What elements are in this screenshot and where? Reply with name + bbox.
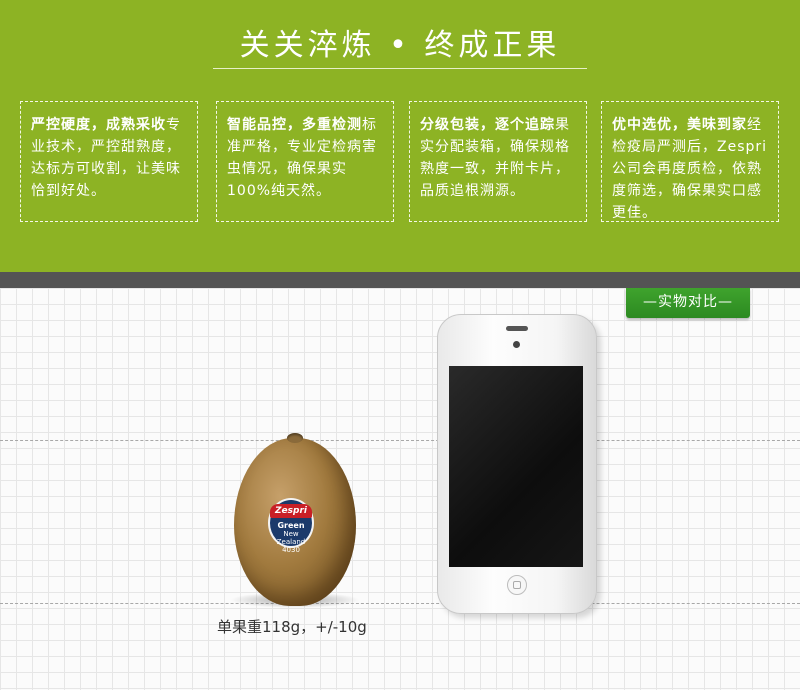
comparison-tag: —实物对比—	[626, 288, 750, 318]
card-heading: 智能品控，多重检测	[227, 117, 362, 133]
card-heading: 严控硬度，成熟采收	[31, 117, 166, 133]
banner-divider	[213, 68, 587, 69]
phone-home-icon	[513, 581, 521, 589]
banner-title: 关关淬炼 • 终成正果	[239, 28, 561, 63]
quality-banner: 关关淬炼 • 终成正果 严控硬度，成熟采收专业技术，严控甜熟度，达标方可收割，让…	[0, 0, 800, 272]
sticker-variety: Green	[277, 521, 305, 530]
weight-caption: 单果重118g，+/-10g	[217, 618, 367, 636]
sticker-origin: New Zealand	[276, 530, 306, 546]
sticker-details: Green New Zealand 4030	[272, 521, 310, 555]
feature-card-packaging: 分级包装，逐个追踪果实分配装箱，确保规格熟度一致，并附卡片，品质追根溯源。	[409, 101, 587, 222]
feature-card-selection: 优中选优，美味到家经检疫局严测后，Zespri公司会再度质检，依熟度筛选，确保果…	[601, 101, 779, 222]
sticker-code: 4030	[282, 546, 300, 554]
section-divider-band	[0, 272, 800, 288]
card-heading: 优中选优，美味到家	[612, 117, 747, 133]
reference-line-bottom	[0, 603, 800, 604]
reference-line-top	[0, 440, 800, 441]
sticker-brand: Zespri	[270, 504, 312, 518]
phone-speaker	[506, 326, 528, 331]
product-detail-page: 关关淬炼 • 终成正果 严控硬度，成熟采收专业技术，严控甜熟度，达标方可收割，让…	[0, 0, 800, 690]
phone-camera	[513, 341, 520, 348]
kiwi-stem	[287, 433, 303, 443]
phone-screen	[449, 366, 583, 567]
card-heading: 分级包装，逐个追踪	[420, 117, 555, 133]
feature-card-inspection: 智能品控，多重检测标准严格，专业定检病害虫情况，确保果实100%纯天然。	[216, 101, 394, 222]
comparison-grid-background	[0, 288, 800, 690]
feature-card-harvest: 严控硬度，成熟采收专业技术，严控甜熟度，达标方可收割，让美味恰到好处。	[20, 101, 198, 222]
